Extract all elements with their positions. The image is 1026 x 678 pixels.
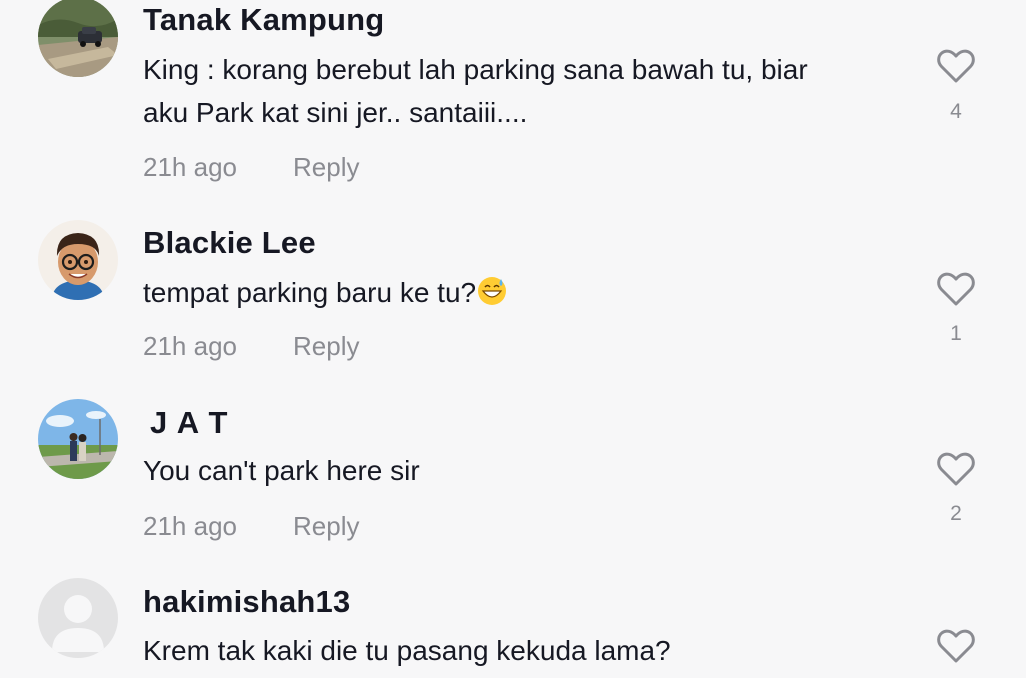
comment-item: Tanak Kampung King : korang berebut lah …: [0, 0, 1026, 200]
reply-button[interactable]: Reply: [293, 511, 359, 542]
comment-text-line: aku Park kat sini jer.. santaiii....: [143, 97, 528, 128]
comment-timestamp: 21h ago: [143, 511, 237, 541]
reply-button[interactable]: Reply: [293, 152, 359, 183]
car-photo-avatar-image: [38, 0, 118, 77]
like-count: 1: [950, 322, 962, 345]
like-button[interactable]: [936, 271, 976, 307]
comment-timestamp: 21h ago: [143, 331, 237, 361]
heart-outline-icon: [937, 49, 975, 83]
comment-text: tempat parking baru ke tu?: [143, 271, 913, 314]
couple-field-avatar-image: [38, 399, 118, 479]
like-count: 2: [950, 502, 962, 525]
comment-username[interactable]: Tanak Kampung: [143, 2, 384, 38]
comment-username[interactable]: J A T: [150, 405, 229, 441]
comment-text: You can't park here sir: [143, 449, 913, 492]
comment-username[interactable]: Blackie Lee: [143, 225, 316, 261]
comment-username[interactable]: hakimishah13: [143, 584, 350, 620]
comment-meta: 21h ago Reply: [143, 331, 359, 362]
avatar[interactable]: [38, 578, 118, 658]
comment-text-line: King : korang berebut lah parking sana b…: [143, 54, 808, 85]
comment-text-line: You can't park here sir: [143, 455, 420, 486]
like-button[interactable]: [936, 48, 976, 84]
avatar[interactable]: [38, 399, 118, 479]
comment-item: hakimishah13 Krem tak kaki die tu pasang…: [0, 575, 1026, 678]
comment-item: J A T You can't park here sir 21h ago Re…: [0, 395, 1026, 565]
comment-timestamp: 21h ago: [143, 152, 237, 182]
heart-outline-icon: [937, 629, 975, 663]
comment-text-line: Krem tak kaki die tu pasang kekuda lama?: [143, 635, 671, 666]
comment-item: Blackie Lee tempat parking baru ke tu? 2…: [0, 215, 1026, 385]
comment-meta: 21h ago Reply: [143, 152, 359, 183]
like-button[interactable]: [936, 628, 976, 664]
default-user-avatar-image: [38, 578, 118, 658]
like-count: 4: [950, 100, 962, 123]
comment-text-line: tempat parking baru ke tu?: [143, 277, 477, 308]
comment-text: Krem tak kaki die tu pasang kekuda lama?: [143, 629, 913, 672]
cartoon-man-avatar-image: [38, 220, 118, 300]
comment-text: King : korang berebut lah parking sana b…: [143, 48, 913, 134]
avatar[interactable]: [38, 220, 118, 300]
heart-outline-icon: [937, 452, 975, 486]
comment-meta: 21h ago Reply: [143, 511, 359, 542]
avatar[interactable]: [38, 0, 118, 77]
heart-outline-icon: [937, 272, 975, 306]
reply-button[interactable]: Reply: [293, 331, 359, 362]
like-button[interactable]: [936, 451, 976, 487]
grinning-sweat-emoji-icon: [478, 277, 507, 305]
